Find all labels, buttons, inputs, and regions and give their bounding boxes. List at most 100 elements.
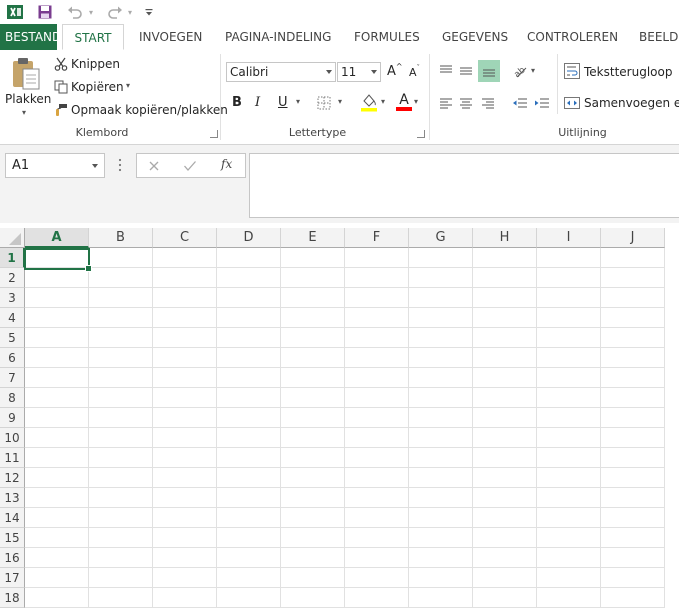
cell-h4[interactable] <box>473 308 537 328</box>
cell-a5[interactable] <box>25 328 89 348</box>
redo-icon[interactable] <box>106 3 124 21</box>
borders-dropdown-icon[interactable]: ▾ <box>338 97 342 106</box>
cell-e8[interactable] <box>281 388 345 408</box>
cell-j17[interactable] <box>601 568 665 588</box>
cell-e16[interactable] <box>281 548 345 568</box>
cell-i17[interactable] <box>537 568 601 588</box>
paste-button-label[interactable]: Plakken <box>5 92 51 106</box>
cell-j16[interactable] <box>601 548 665 568</box>
cell-g13[interactable] <box>409 488 473 508</box>
column-header-b[interactable]: B <box>89 228 153 248</box>
row-header-12[interactable]: 12 <box>0 468 25 488</box>
cell-d17[interactable] <box>217 568 281 588</box>
cell-e12[interactable] <box>281 468 345 488</box>
grow-font-button[interactable]: A ^ <box>387 62 403 79</box>
cell-b7[interactable] <box>89 368 153 388</box>
row-header-11[interactable]: 11 <box>0 448 25 468</box>
row-header-16[interactable]: 16 <box>0 548 25 568</box>
cell-g1[interactable] <box>409 248 473 268</box>
cell-d14[interactable] <box>217 508 281 528</box>
cell-j15[interactable] <box>601 528 665 548</box>
cell-f13[interactable] <box>345 488 409 508</box>
row-header-4[interactable]: 4 <box>0 308 25 328</box>
cell-g17[interactable] <box>409 568 473 588</box>
cell-j3[interactable] <box>601 288 665 308</box>
cell-e1[interactable] <box>281 248 345 268</box>
cell-j13[interactable] <box>601 488 665 508</box>
cell-g18[interactable] <box>409 588 473 608</box>
cell-g10[interactable] <box>409 428 473 448</box>
cell-j9[interactable] <box>601 408 665 428</box>
undo-dropdown-icon[interactable]: ▾ <box>87 3 95 21</box>
cell-a16[interactable] <box>25 548 89 568</box>
cell-f10[interactable] <box>345 428 409 448</box>
cell-e17[interactable] <box>281 568 345 588</box>
font-launcher-icon[interactable] <box>417 130 425 138</box>
cell-b11[interactable] <box>89 448 153 468</box>
align-top-icon[interactable] <box>437 62 455 80</box>
cell-c17[interactable] <box>153 568 217 588</box>
cell-d7[interactable] <box>217 368 281 388</box>
cell-e2[interactable] <box>281 268 345 288</box>
cell-i13[interactable] <box>537 488 601 508</box>
cell-f8[interactable] <box>345 388 409 408</box>
cell-b6[interactable] <box>89 348 153 368</box>
cell-f4[interactable] <box>345 308 409 328</box>
column-header-d[interactable]: D <box>217 228 281 248</box>
row-header-13[interactable]: 13 <box>0 488 25 508</box>
cell-d15[interactable] <box>217 528 281 548</box>
cell-h15[interactable] <box>473 528 537 548</box>
cell-a8[interactable] <box>25 388 89 408</box>
cell-d9[interactable] <box>217 408 281 428</box>
cell-a10[interactable] <box>25 428 89 448</box>
align-bottom-icon[interactable] <box>478 60 500 82</box>
cell-f7[interactable] <box>345 368 409 388</box>
cell-h9[interactable] <box>473 408 537 428</box>
underline-dropdown-icon[interactable]: ▾ <box>296 97 300 106</box>
row-header-9[interactable]: 9 <box>0 408 25 428</box>
cell-e14[interactable] <box>281 508 345 528</box>
cell-g3[interactable] <box>409 288 473 308</box>
column-header-g[interactable]: G <box>409 228 473 248</box>
cell-h5[interactable] <box>473 328 537 348</box>
cell-f1[interactable] <box>345 248 409 268</box>
cell-d6[interactable] <box>217 348 281 368</box>
cell-j8[interactable] <box>601 388 665 408</box>
cell-a12[interactable] <box>25 468 89 488</box>
cell-f17[interactable] <box>345 568 409 588</box>
cell-i18[interactable] <box>537 588 601 608</box>
cell-c1[interactable] <box>153 248 217 268</box>
cell-b17[interactable] <box>89 568 153 588</box>
cell-a9[interactable] <box>25 408 89 428</box>
cell-c10[interactable] <box>153 428 217 448</box>
cell-d3[interactable] <box>217 288 281 308</box>
row-header-7[interactable]: 7 <box>0 368 25 388</box>
cell-e9[interactable] <box>281 408 345 428</box>
cell-h11[interactable] <box>473 448 537 468</box>
cell-h1[interactable] <box>473 248 537 268</box>
cell-c7[interactable] <box>153 368 217 388</box>
cell-i14[interactable] <box>537 508 601 528</box>
cell-f16[interactable] <box>345 548 409 568</box>
cell-g2[interactable] <box>409 268 473 288</box>
column-header-c[interactable]: C <box>153 228 217 248</box>
cell-a4[interactable] <box>25 308 89 328</box>
copy-button[interactable]: Kopiëren <box>71 80 124 94</box>
enter-check-icon[interactable] <box>183 159 197 173</box>
wrap-text-icon[interactable] <box>563 62 581 80</box>
cut-icon[interactable] <box>53 56 69 72</box>
cell-g14[interactable] <box>409 508 473 528</box>
row-header-2[interactable]: 2 <box>0 268 25 288</box>
clipboard-launcher-icon[interactable] <box>210 130 218 138</box>
cell-i16[interactable] <box>537 548 601 568</box>
row-header-14[interactable]: 14 <box>0 508 25 528</box>
merge-center-icon[interactable] <box>563 94 581 112</box>
paste-dropdown-icon[interactable]: ▾ <box>22 108 26 117</box>
cancel-icon[interactable] <box>147 159 161 173</box>
wrap-text-button[interactable]: Tekstterugloop <box>584 65 672 79</box>
cell-a2[interactable] <box>25 268 89 288</box>
cell-e13[interactable] <box>281 488 345 508</box>
redo-dropdown-icon[interactable]: ▾ <box>126 3 134 21</box>
cell-e4[interactable] <box>281 308 345 328</box>
formula-input[interactable] <box>249 153 679 218</box>
